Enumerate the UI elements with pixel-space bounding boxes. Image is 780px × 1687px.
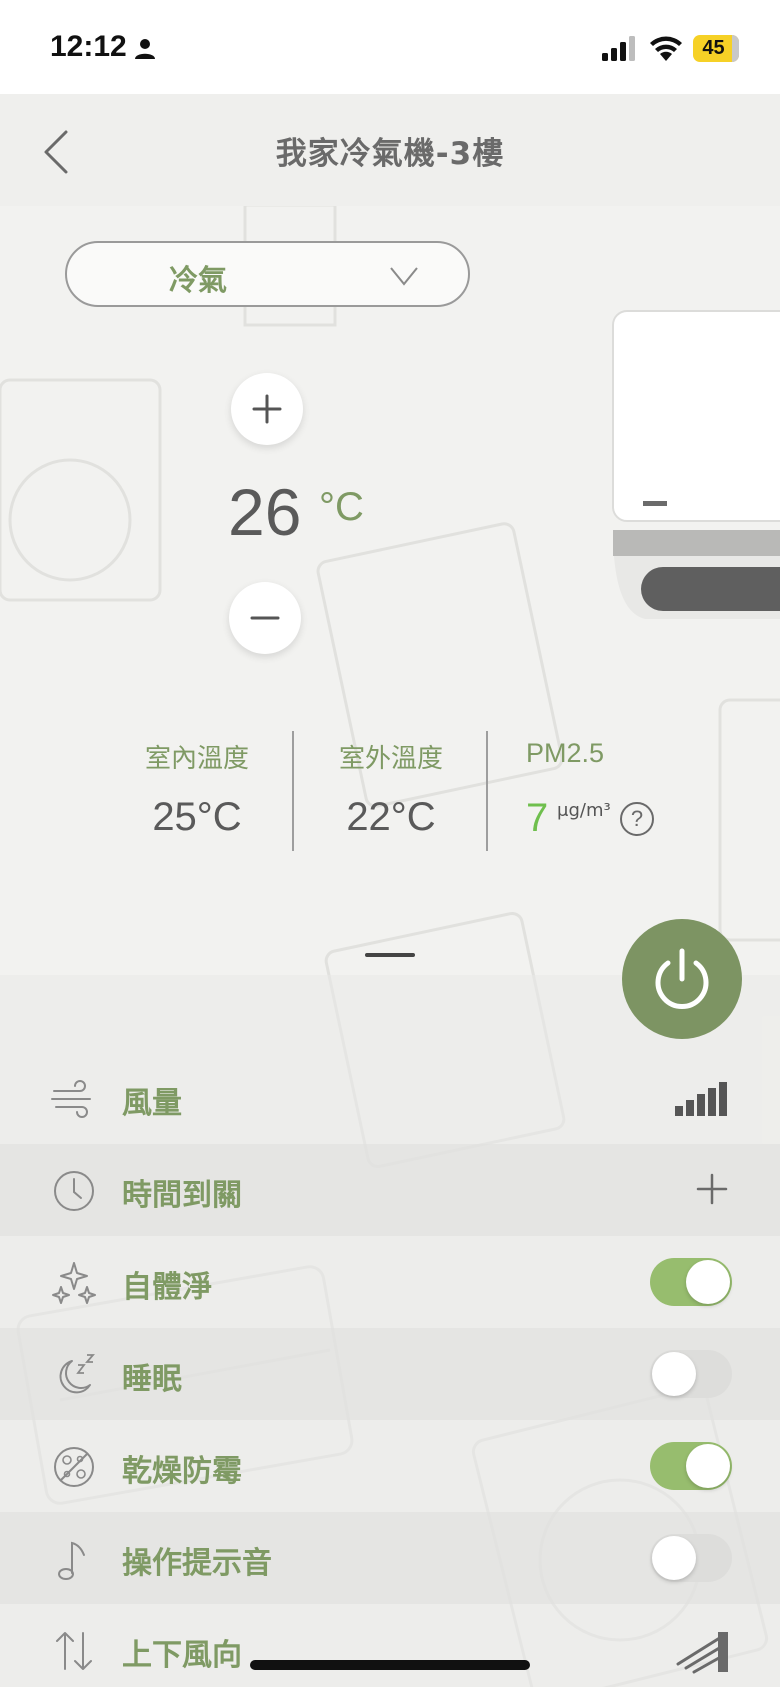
self-clean-toggle[interactable]	[650, 1258, 732, 1306]
battery-level: 45	[702, 37, 725, 59]
status-bar: 12:12 45	[0, 0, 780, 94]
plus-icon	[252, 394, 282, 424]
pm25-value: 7	[526, 796, 549, 840]
indoor-temperature-label: 室內溫度	[144, 744, 249, 774]
pm25-reading: PM2.5 7 μg/m³ ?	[526, 738, 696, 840]
wifi-icon	[650, 36, 682, 61]
setting-label: 風量	[122, 1086, 182, 1121]
swing-direction-icon[interactable]	[672, 1630, 730, 1674]
wind-icon	[51, 1080, 91, 1118]
temp-increase-button[interactable]	[231, 373, 303, 445]
setting-row-beep-sound[interactable]: 操作提示音	[0, 1512, 780, 1604]
divider	[486, 731, 488, 851]
up-down-arrows-icon	[56, 1632, 92, 1670]
chevron-down-icon	[390, 267, 418, 286]
header: 我家冷氣機-3樓	[0, 94, 780, 206]
drawer-handle[interactable]	[365, 953, 415, 957]
beep-sound-toggle[interactable]	[650, 1534, 732, 1582]
mode-select[interactable]: 冷氣	[65, 241, 470, 307]
pm25-unit: μg/m³	[557, 800, 611, 821]
setting-label: 時間到關	[122, 1178, 242, 1213]
mode-selected-label: 冷氣	[169, 263, 228, 297]
divider	[292, 731, 294, 851]
battery-icon: 45	[693, 35, 739, 62]
power-button[interactable]	[622, 919, 742, 1039]
fan-level-icon[interactable]	[675, 1080, 731, 1118]
clock-icon	[54, 1171, 94, 1211]
status-time: 12:12	[50, 30, 127, 63]
setting-row-vertical-swing[interactable]: 上下風向	[0, 1604, 780, 1687]
signal-icon	[602, 36, 635, 61]
sparkle-icon	[52, 1262, 96, 1304]
indoor-temperature-value: 25°C	[152, 795, 242, 839]
temp-decrease-button[interactable]	[229, 582, 301, 654]
target-temperature: 26	[228, 475, 302, 549]
setting-row-fan-speed[interactable]: 風量	[0, 1052, 780, 1144]
indoor-temperature-reading: 室內溫度 25°C	[107, 738, 287, 840]
outdoor-temperature-label: 室外溫度	[338, 744, 443, 774]
pm25-label: PM2.5	[526, 738, 605, 768]
person-icon	[135, 39, 155, 59]
music-note-icon	[58, 1541, 85, 1580]
setting-label: 睡眠	[122, 1362, 182, 1397]
page-title: 我家冷氣機-3樓	[275, 136, 505, 172]
setting-row-sleep[interactable]: 睡眠	[0, 1328, 780, 1420]
anti-mold-icon	[54, 1447, 94, 1487]
setting-row-off-timer[interactable]: 時間到關	[0, 1144, 780, 1236]
setting-row-self-clean[interactable]: 自體淨	[0, 1236, 780, 1328]
setting-label: 自體淨	[122, 1270, 212, 1305]
air-conditioner-illustration	[612, 310, 780, 619]
setting-row-anti-mold[interactable]: 乾燥防霉	[0, 1420, 780, 1512]
setting-label: 操作提示音	[122, 1546, 272, 1581]
minus-icon	[250, 616, 280, 620]
help-icon[interactable]: ?	[620, 802, 654, 836]
setting-label: 乾燥防霉	[122, 1454, 242, 1489]
add-icon[interactable]	[695, 1172, 729, 1206]
setting-label: 上下風向	[122, 1638, 242, 1673]
power-icon	[655, 948, 709, 1009]
moon-sleep-icon	[59, 1354, 95, 1394]
anti-mold-toggle[interactable]	[650, 1442, 732, 1490]
temperature-unit: °C	[319, 485, 364, 529]
outdoor-temperature-reading: 室外溫度 22°C	[301, 738, 481, 840]
outdoor-temperature-value: 22°C	[346, 795, 436, 839]
sleep-toggle[interactable]	[650, 1350, 732, 1398]
home-indicator	[250, 1660, 530, 1670]
